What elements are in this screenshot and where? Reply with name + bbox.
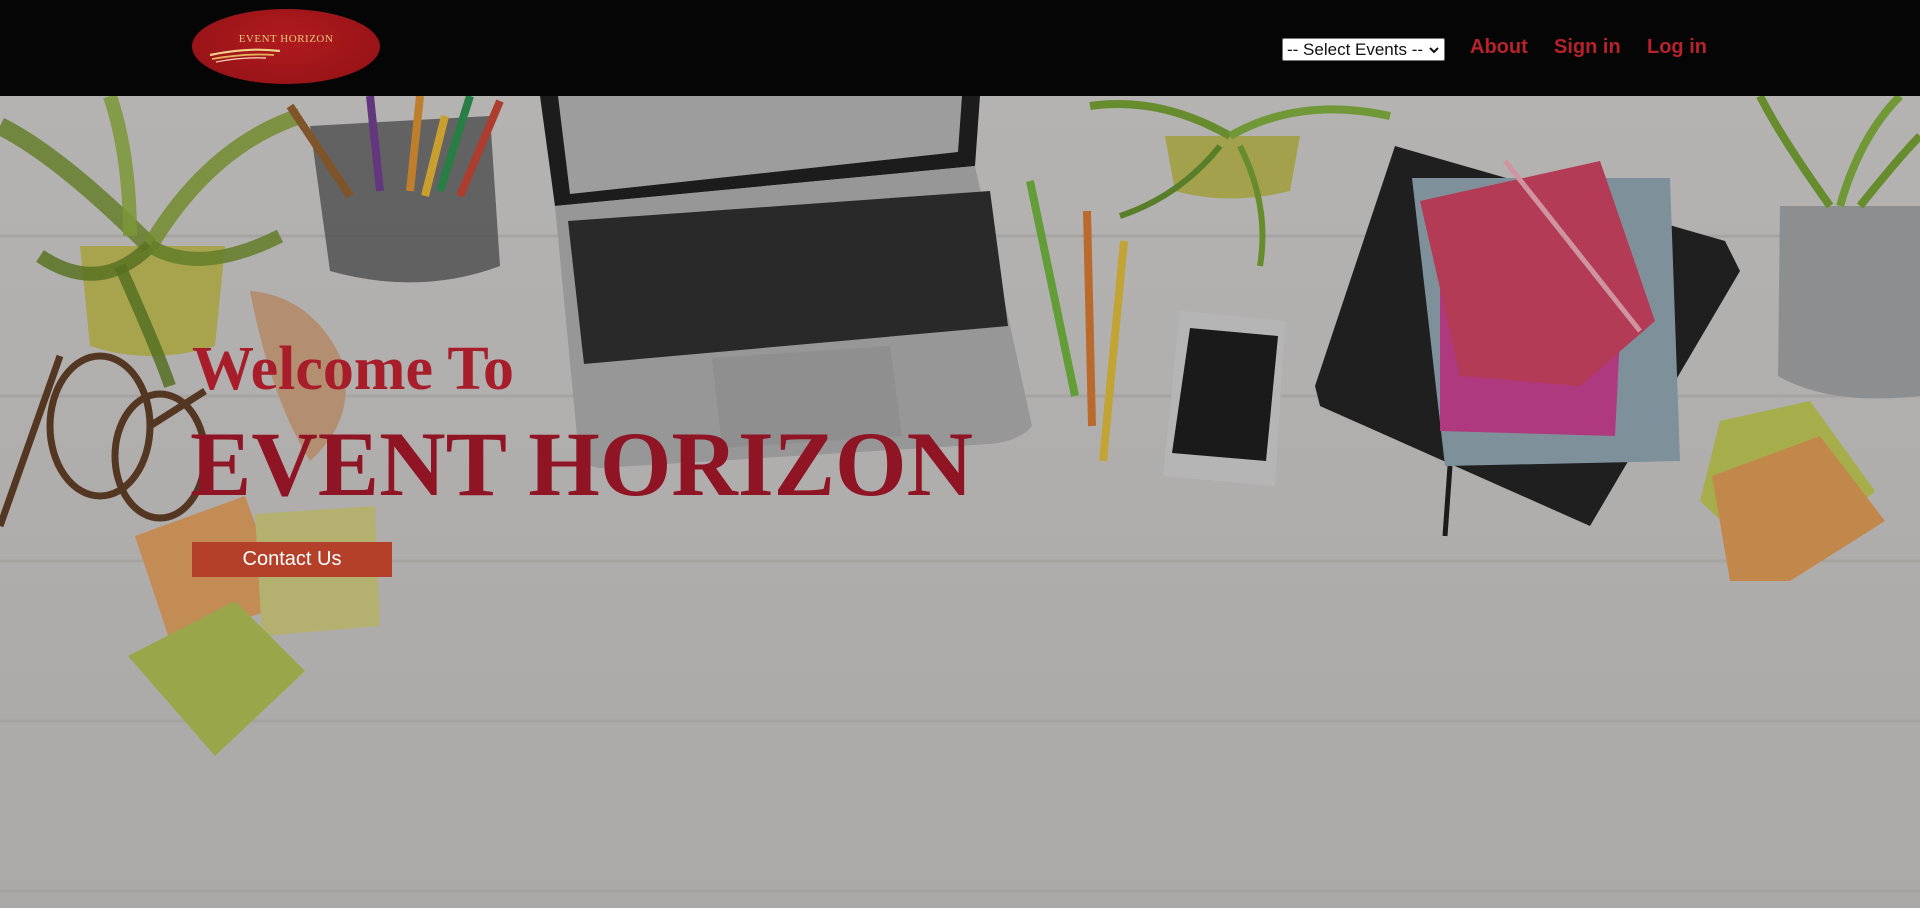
hero-welcome-text: Welcome To (192, 335, 515, 403)
brand-logo[interactable]: EVENT HORIZON (192, 9, 380, 84)
hero-title: EVENT HORIZON (190, 413, 974, 515)
hero-section: Welcome To EVENT HORIZON Contact Us (0, 96, 1920, 908)
nav-about-link[interactable]: About (1470, 36, 1528, 59)
event-select-dropdown[interactable]: -- Select Events -- (1282, 38, 1445, 61)
nav-sign-in-link[interactable]: Sign in (1554, 36, 1621, 59)
event-select-value: -- Select Events -- (1287, 39, 1424, 59)
logo-text: EVENT HORIZON (238, 33, 334, 45)
contact-us-button[interactable]: Contact Us (192, 542, 392, 577)
nav-log-in-link[interactable]: Log in (1647, 36, 1707, 59)
top-navbar: EVENT HORIZON -- Select Events -- About … (0, 0, 1920, 96)
chevron-down-icon (1427, 43, 1441, 57)
logo-swoosh-icon (209, 48, 281, 63)
